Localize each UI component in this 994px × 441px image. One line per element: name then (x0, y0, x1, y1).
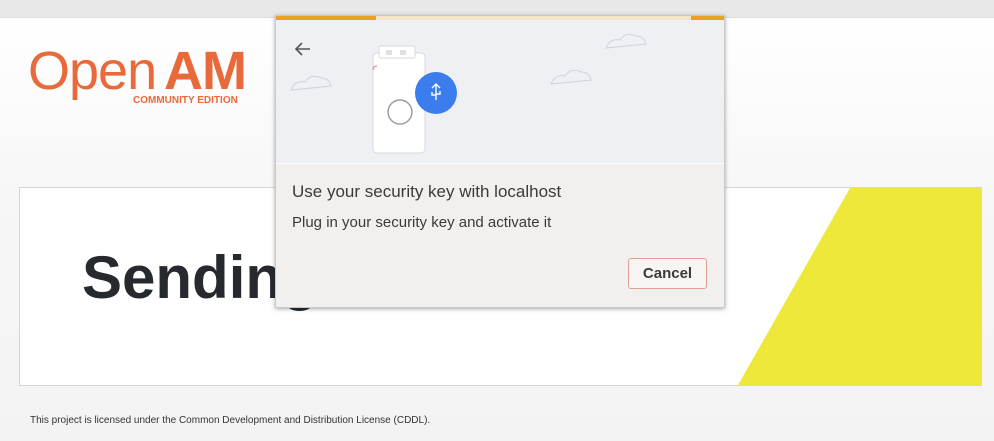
cloud-icon (605, 33, 647, 49)
back-arrow-button[interactable] (292, 38, 314, 60)
illustration-artwork (290, 33, 647, 154)
dialog-title: Use your security key with localhost (292, 182, 562, 201)
license-footer: This project is licensed under the Commo… (30, 415, 431, 426)
security-key-illustration (276, 20, 724, 163)
security-key-dialog: Use your security key with localhost Plu… (275, 15, 725, 308)
openam-logo: Open AM COMMUNITY EDITION (28, 44, 268, 108)
logo-word-open: Open (28, 41, 157, 101)
arrow-left-icon (294, 42, 310, 56)
logo-word-am: AM (164, 41, 247, 101)
cloud-icon (550, 69, 592, 85)
cloud-icon (290, 75, 332, 91)
dialog-divider (276, 163, 724, 164)
logo-edition-label: COMMUNITY EDITION (133, 95, 238, 106)
dialog-message: Plug in your security key and activate i… (292, 214, 552, 231)
usb-icon (415, 72, 457, 114)
cancel-button[interactable]: Cancel (628, 258, 707, 289)
